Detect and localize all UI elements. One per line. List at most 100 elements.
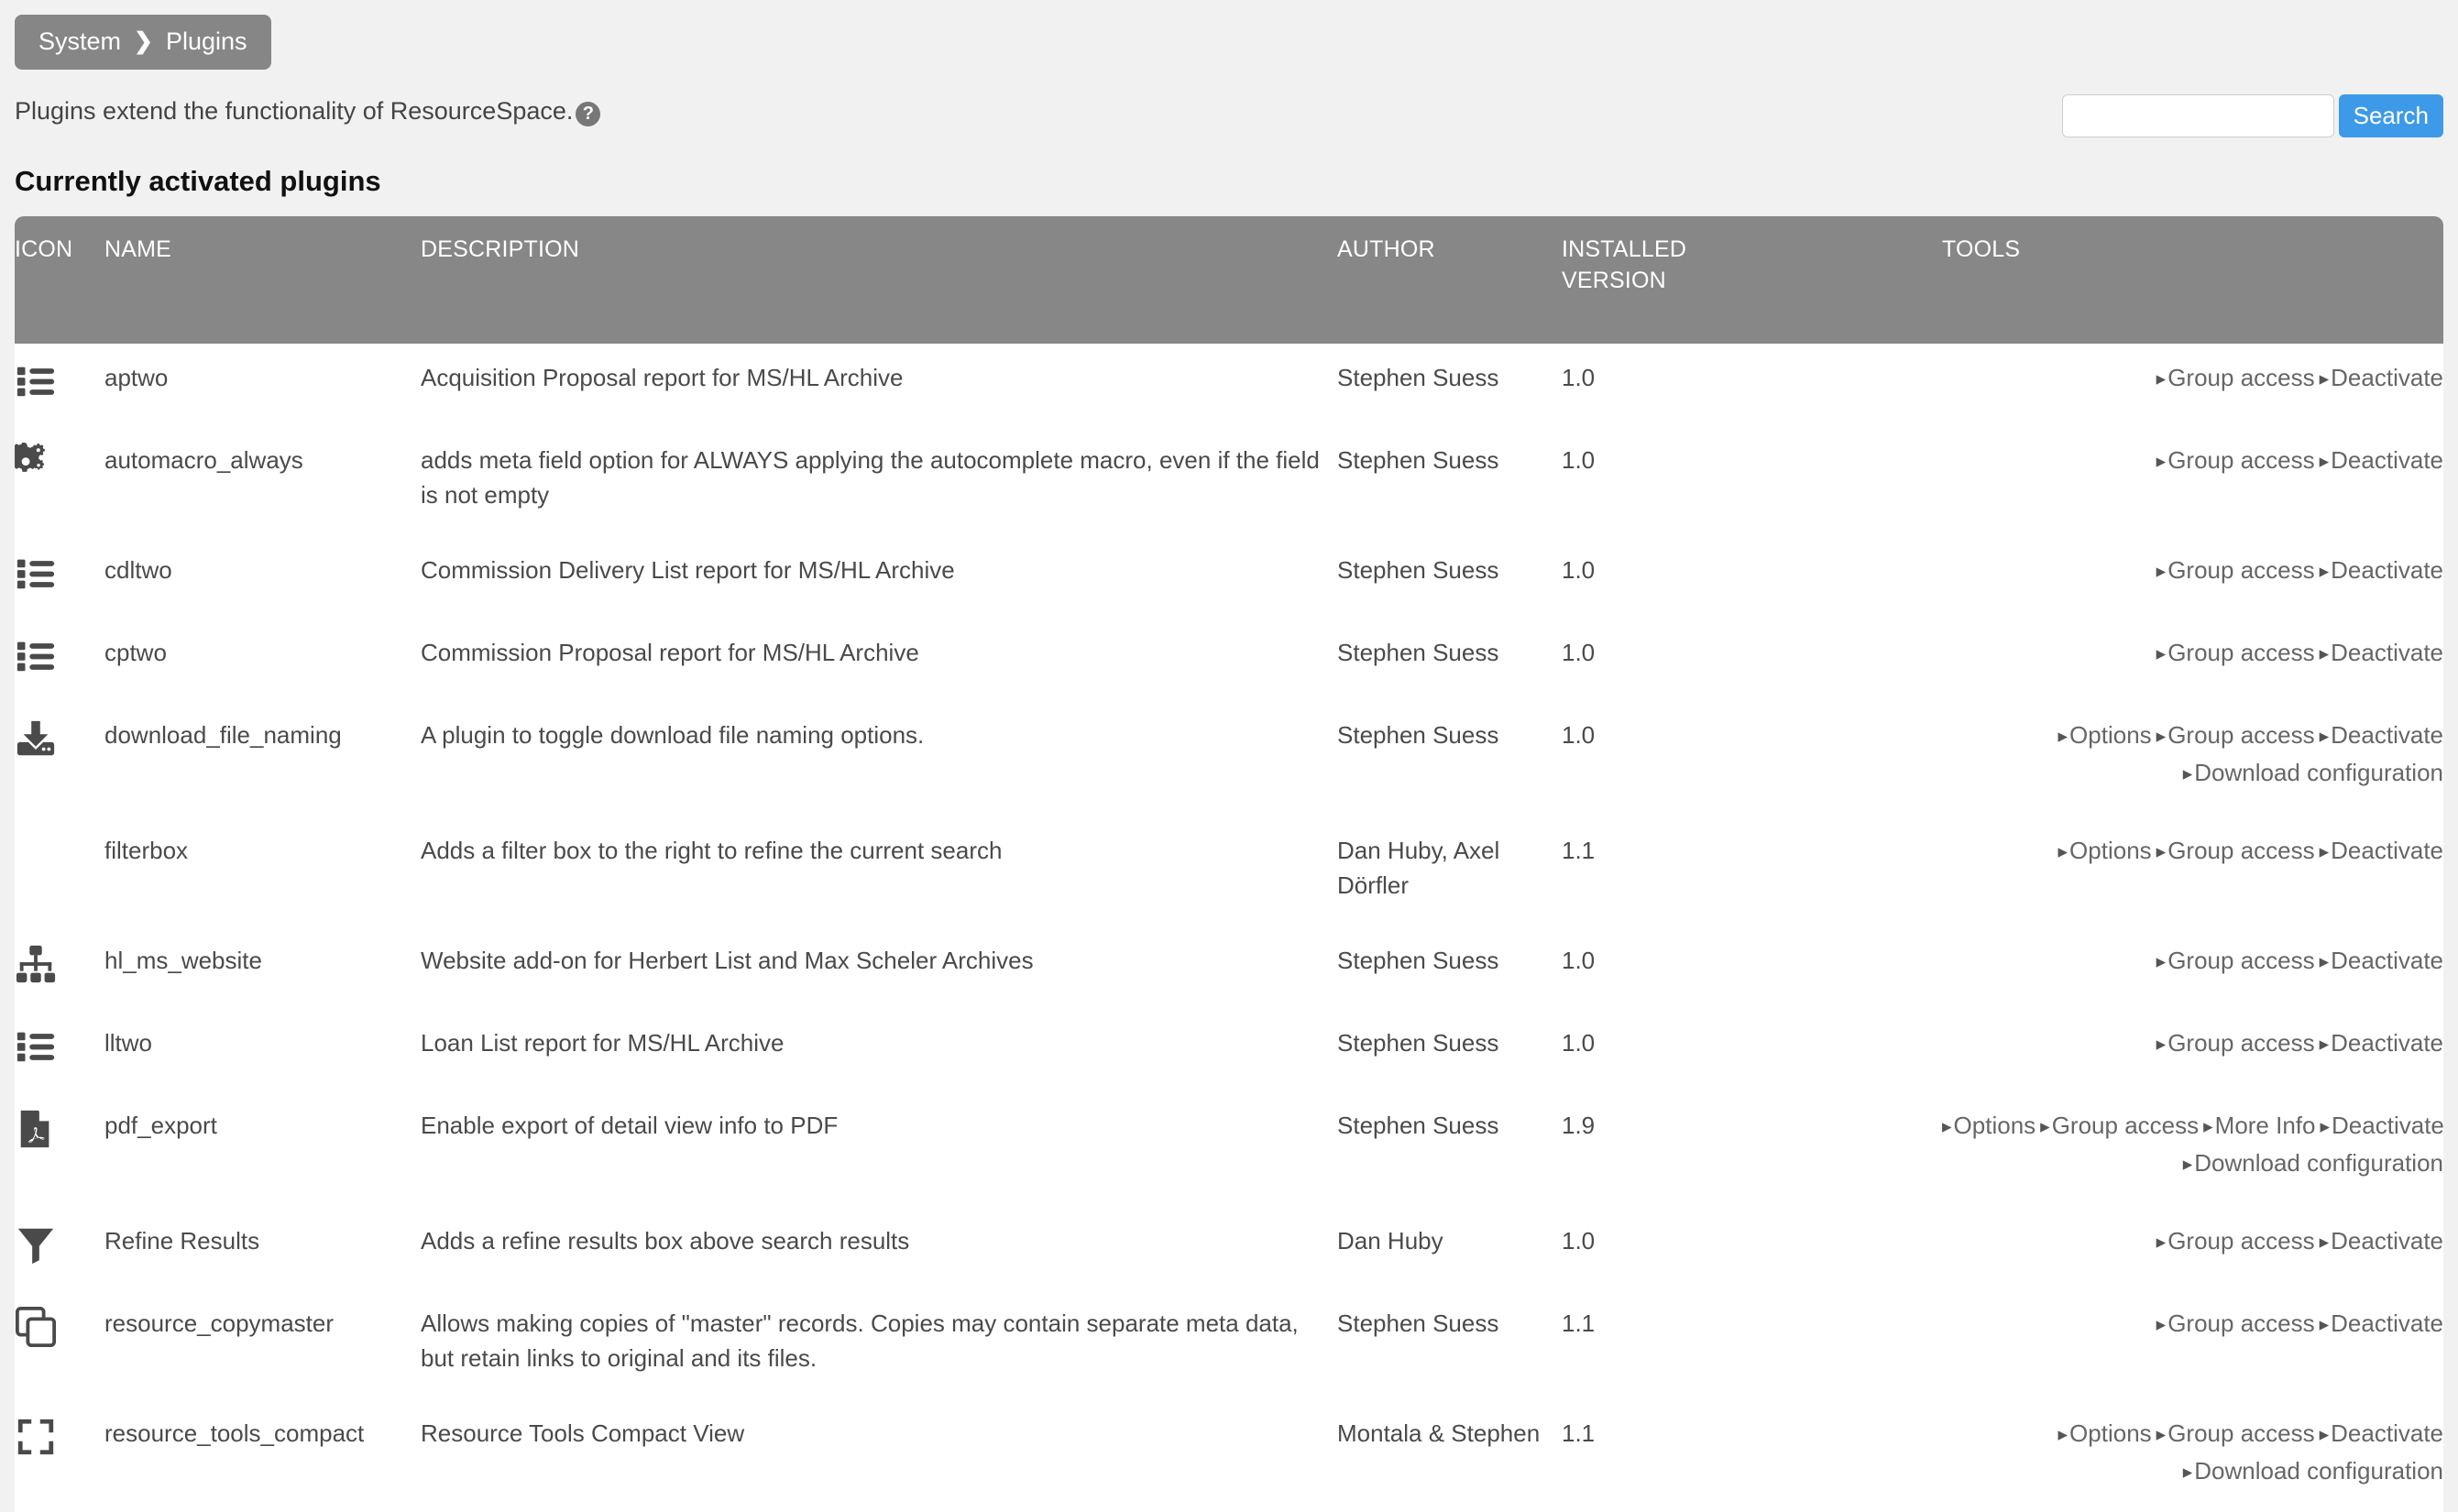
tool-link-download-configuration[interactable]: ▸Download configuration [2183,1149,2443,1177]
tool-link-group-access[interactable]: ▸Group access [2156,1029,2315,1057]
tool-link-label[interactable]: Options [2069,1419,2152,1447]
tool-link-download-configuration[interactable]: ▸Download configuration [2183,1457,2443,1485]
tool-link-group-access[interactable]: ▸Group access [2156,1419,2315,1447]
column-header-tools: TOOLS [1942,216,2443,344]
caret-right-icon: ▸ [2320,1308,2330,1342]
plugin-author: Montala & Stephen [1337,1399,1562,1512]
caret-right-icon: ▸ [2058,719,2068,754]
tool-link-deactivate[interactable]: ▸Deactivate [2320,1029,2443,1057]
plugin-description: Resource Tools Compact View [421,1399,1337,1512]
caret-right-icon: ▸ [2156,719,2167,754]
plugin-name: download_file_naming [104,701,421,816]
tool-link-label[interactable]: Options [2069,837,2152,864]
expand-corners-icon [15,1416,57,1458]
tool-link-deactivate[interactable]: ▸Deactivate [2320,947,2443,974]
file-pdf-icon [15,1108,57,1150]
plugins-table: ICON NAME DESCRIPTION AUTHOR INSTALLED V… [15,216,2443,1512]
tools-line: ▸Options▸Group access▸Deactivate [1942,833,2443,871]
help-icon[interactable]: ? [576,102,600,126]
tool-link-group-access[interactable]: ▸Group access [2156,721,2315,749]
tool-link-group-access[interactable]: ▸Group access [2040,1112,2199,1139]
tool-link-group-access[interactable]: ▸Group access [2156,556,2315,584]
breadcrumb-item-system[interactable]: System [38,27,121,55]
tool-link-label[interactable]: Group access [2167,947,2314,974]
breadcrumb-item-plugins[interactable]: Plugins [166,27,247,55]
tool-link-group-access[interactable]: ▸Group access [2156,837,2315,864]
tool-link-deactivate[interactable]: ▸Deactivate [2320,1309,2443,1337]
tool-link-label[interactable]: Deactivate [2331,721,2443,749]
tool-link-label[interactable]: Group access [2167,837,2314,864]
tool-link-deactivate[interactable]: ▸Deactivate [2320,1419,2443,1447]
tool-link-label[interactable]: Group access [2167,721,2314,749]
tool-link-more-info[interactable]: ▸More Info [2203,1112,2315,1139]
tool-link-label[interactable]: Group access [2167,1419,2314,1447]
tool-link-label[interactable]: Deactivate [2331,1227,2443,1255]
tool-link-label[interactable]: Deactivate [2331,947,2443,974]
tool-link-label[interactable]: Deactivate [2331,837,2443,864]
tool-link-label[interactable]: Group access [2167,1029,2314,1057]
tool-link-label[interactable]: Deactivate [2332,1112,2443,1139]
search-input[interactable] [2062,94,2334,137]
table-header-row: ICON NAME DESCRIPTION AUTHOR INSTALLED V… [15,216,2443,344]
tool-link-options[interactable]: ▸Options [2058,721,2152,749]
tool-link-group-access[interactable]: ▸Group access [2156,639,2315,666]
plugin-tools-cell: ▸Group access▸Deactivate [1942,426,2443,536]
tool-link-label[interactable]: Download configuration [2194,1149,2443,1177]
tool-link-label[interactable]: Deactivate [2331,639,2443,666]
tool-link-download-configuration[interactable]: ▸Download configuration [2183,759,2443,786]
tool-link-label[interactable]: Download configuration [2194,1457,2443,1485]
tool-link-label[interactable]: Group access [2167,364,2314,391]
tool-link-deactivate[interactable]: ▸Deactivate [2320,639,2443,666]
tools-line: ▸Download configuration [1942,1145,2443,1183]
tool-link-options[interactable]: ▸Options [1942,1112,2036,1139]
tool-link-group-access[interactable]: ▸Group access [2156,364,2315,391]
tool-link-deactivate[interactable]: ▸Deactivate [2320,721,2443,749]
tool-link-label[interactable]: Group access [2167,1227,2314,1255]
plugin-author: Dan Huby, Axel Dörfler [1337,816,1562,926]
caret-right-icon: ▸ [2156,444,2167,479]
tool-link-deactivate[interactable]: ▸Deactivate [2320,1112,2443,1139]
page-title: Currently activated plugins [15,164,381,199]
intro-label: Plugins extend the functionality of Reso… [15,96,573,126]
plugin-icon-cell [15,1091,104,1207]
tool-link-group-access[interactable]: ▸Group access [2156,446,2315,474]
tool-link-label[interactable]: Deactivate [2331,1309,2443,1337]
tool-link-label[interactable]: Deactivate [2331,364,2443,391]
tool-link-label[interactable]: Group access [2167,446,2314,474]
tool-link-label[interactable]: Deactivate [2331,556,2443,584]
tool-link-label[interactable]: Deactivate [2331,1419,2443,1447]
tool-link-deactivate[interactable]: ▸Deactivate [2320,364,2443,391]
tool-link-deactivate[interactable]: ▸Deactivate [2320,446,2443,474]
tools-line: ▸Group access▸Deactivate [1942,635,2443,673]
tool-link-label[interactable]: Deactivate [2331,1029,2443,1057]
tool-link-label[interactable]: Group access [2052,1112,2199,1139]
plugin-author: Stephen Suess [1337,426,1562,536]
caret-right-icon: ▸ [2156,835,2167,870]
tool-link-label[interactable]: Group access [2167,639,2314,666]
tool-link-label[interactable]: Options [2069,721,2152,749]
tool-link-label[interactable]: Options [1954,1112,2036,1139]
tool-link-group-access[interactable]: ▸Group access [2156,947,2315,974]
tool-link-group-access[interactable]: ▸Group access [2156,1227,2315,1255]
tool-link-label[interactable]: Group access [2167,1309,2314,1337]
tool-link-options[interactable]: ▸Options [2058,1419,2152,1447]
table-body: aptwoAcquisition Proposal report for MS/… [15,344,2443,1512]
tool-link-label[interactable]: Download configuration [2194,759,2443,786]
plugin-name: lltwo [104,1009,421,1091]
tool-link-label[interactable]: Group access [2167,556,2314,584]
tool-link-deactivate[interactable]: ▸Deactivate [2320,556,2443,584]
plugin-icon-cell [15,619,104,701]
tools-line: ▸Options▸Group access▸Deactivate [1942,718,2443,755]
caret-right-icon: ▸ [2040,1110,2050,1145]
tool-link-options[interactable]: ▸Options [2058,837,2152,864]
cogs-icon [15,443,57,485]
search-button[interactable]: Search [2339,94,2443,137]
tool-link-group-access[interactable]: ▸Group access [2156,1309,2315,1337]
caret-right-icon: ▸ [2156,554,2167,589]
caret-right-icon: ▸ [2320,945,2330,980]
tool-link-label[interactable]: Deactivate [2331,446,2443,474]
tool-link-deactivate[interactable]: ▸Deactivate [2320,837,2443,864]
tool-link-label[interactable]: More Info [2215,1112,2316,1139]
tool-link-deactivate[interactable]: ▸Deactivate [2320,1227,2443,1255]
plugin-icon-cell [15,701,104,816]
